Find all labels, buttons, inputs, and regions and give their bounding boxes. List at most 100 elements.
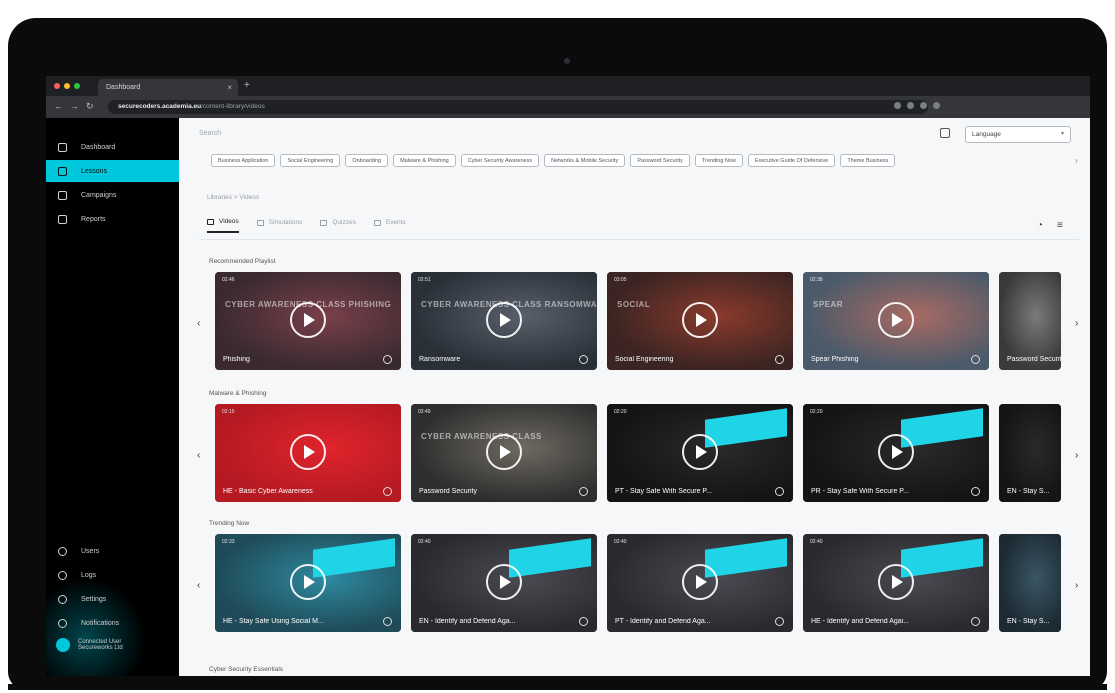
chips-next-icon[interactable]: › <box>1075 156 1078 165</box>
play-icon[interactable] <box>290 434 326 470</box>
category-chip[interactable]: Password Security <box>630 154 690 167</box>
tab-simulations[interactable]: Simulations <box>256 218 302 233</box>
category-chip[interactable]: Executive Guide Of Defensive <box>747 154 836 167</box>
video-duration: 02:33 <box>222 539 235 545</box>
video-card[interactable]: 02:40 HE - Identify and Defend Agai... <box>803 534 989 632</box>
sidebar-item-label: Settings <box>81 595 107 603</box>
tab-quizzes[interactable]: Quizzes <box>320 218 356 233</box>
info-icon[interactable] <box>579 487 588 496</box>
play-icon[interactable] <box>682 302 718 338</box>
info-icon[interactable] <box>775 617 784 626</box>
info-icon[interactable] <box>775 487 784 496</box>
video-card[interactable]: 02:20 PR - Stay Safe With Secure P... <box>803 404 989 502</box>
video-card[interactable]: SPEAR 02:38 Spear Phishing <box>803 272 989 370</box>
category-chip[interactable]: Networks & Mobile Security <box>544 154 626 167</box>
video-card[interactable]: 02:20 PT - Stay Safe With Secure P... <box>607 404 793 502</box>
info-icon[interactable] <box>971 617 980 626</box>
category-chip[interactable]: Malware & Phishing <box>393 154 456 167</box>
category-chip[interactable]: Business Application <box>211 154 276 167</box>
list-view-icon[interactable]: ≡ <box>1057 220 1063 231</box>
sidebar-item-lessons[interactable]: Lessons <box>46 160 179 182</box>
video-card[interactable]: EN - Stay S... <box>999 534 1061 632</box>
video-card[interactable]: 02:33 HE - Stay Safe Using Social M... <box>215 534 401 632</box>
info-icon[interactable] <box>579 617 588 626</box>
language-icon[interactable] <box>940 128 950 138</box>
sidebar-item-notifications[interactable]: Notifications <box>46 612 179 634</box>
language-select[interactable]: Language ▾ <box>965 126 1071 143</box>
video-card[interactable]: 02:15 HE - Basic Cyber Awareness <box>215 404 401 502</box>
row-next-icon[interactable]: › <box>1075 580 1078 591</box>
sidebar-item-campaigns[interactable]: Campaigns <box>46 184 179 206</box>
close-tab-icon[interactable]: × <box>227 83 232 92</box>
category-chip[interactable]: Cyber Security Awareness <box>460 154 540 167</box>
extension-icon[interactable] <box>920 102 927 109</box>
row-prev-icon[interactable]: ‹ <box>197 580 200 591</box>
category-chip[interactable]: Social Engineering <box>280 154 341 167</box>
sidebar-item-reports[interactable]: Reports <box>46 208 179 230</box>
info-icon[interactable] <box>971 355 980 364</box>
play-icon[interactable] <box>682 434 718 470</box>
thumbnail-caption: SOCIAL <box>617 300 651 309</box>
reload-icon[interactable]: ↻ <box>86 101 94 112</box>
sidebar-item-logs[interactable]: Logs <box>46 564 179 586</box>
search-input[interactable]: Search <box>199 130 221 137</box>
new-tab-icon[interactable]: + <box>244 80 250 91</box>
tab-events[interactable]: Events <box>373 218 406 233</box>
play-icon[interactable] <box>878 302 914 338</box>
extension-icon[interactable] <box>907 102 914 109</box>
minimize-window-icon[interactable] <box>64 83 70 89</box>
video-card[interactable]: CYBER AWARENESS CLASS 02:49 Password Secur… <box>411 404 597 502</box>
category-chip[interactable]: Theme Business <box>840 154 896 167</box>
row-prev-icon[interactable]: ‹ <box>197 318 200 329</box>
play-icon[interactable] <box>878 564 914 600</box>
play-icon[interactable] <box>486 302 522 338</box>
video-card[interactable]: CYBER AWARENESS CLASS RANSOMWARE 02:51 Ran… <box>411 272 597 370</box>
video-card[interactable]: CYBER AWARENESS CLASS PHISHING 02:46 Phish… <box>215 272 401 370</box>
category-chip[interactable]: Trending Now <box>694 154 743 167</box>
browser-tab-strip: Dashboard × + <box>46 76 1090 96</box>
browser-tab[interactable]: Dashboard × <box>98 79 238 96</box>
tab-videos[interactable]: Videos <box>207 218 239 233</box>
play-icon[interactable] <box>682 564 718 600</box>
play-icon[interactable] <box>486 564 522 600</box>
forward-icon[interactable]: → <box>70 101 79 111</box>
account-menu[interactable]: Connected User Secureworks Ltd <box>56 638 123 652</box>
camera-dot <box>564 58 570 64</box>
sidebar-item-users[interactable]: Users <box>46 540 179 562</box>
profile-icon[interactable] <box>933 102 940 109</box>
category-chip[interactable]: Onboarding <box>345 154 389 167</box>
play-icon[interactable] <box>290 302 326 338</box>
close-window-icon[interactable] <box>54 83 60 89</box>
video-card[interactable]: 02:40 EN - Identify and Defend Aga... <box>411 534 597 632</box>
video-duration: 02:38 <box>810 277 823 283</box>
clock-icon[interactable]: ◔ <box>1037 220 1043 231</box>
maximize-window-icon[interactable] <box>74 83 80 89</box>
sidebar-item-settings[interactable]: Settings <box>46 588 179 610</box>
breadcrumb: Libraries > Videos <box>207 194 260 201</box>
language-select-value: Language <box>972 131 1001 138</box>
row-next-icon[interactable]: › <box>1075 450 1078 461</box>
video-card[interactable]: Password Security <box>999 272 1061 370</box>
info-icon[interactable] <box>971 487 980 496</box>
video-card[interactable]: EN - Stay S... <box>999 404 1061 502</box>
back-icon[interactable]: ← <box>54 101 63 111</box>
info-icon[interactable] <box>579 355 588 364</box>
play-icon[interactable] <box>290 564 326 600</box>
video-card[interactable]: SOCIAL 03:05 Social Engineering <box>607 272 793 370</box>
play-icon[interactable] <box>486 434 522 470</box>
info-icon[interactable] <box>383 355 392 364</box>
address-bar[interactable]: securecoders.academia.eu/content-library… <box>108 100 928 114</box>
url-path: /content-library/videos <box>201 103 265 110</box>
play-icon[interactable] <box>878 434 914 470</box>
row-prev-icon[interactable]: ‹ <box>197 450 200 461</box>
video-card[interactable]: 02:40 PT - Identify and Defend Aga... <box>607 534 793 632</box>
sidebar-item-dashboard[interactable]: Dashboard <box>46 136 179 158</box>
extension-icon[interactable] <box>894 102 901 109</box>
info-icon[interactable] <box>775 355 784 364</box>
video-duration: 02:40 <box>810 539 823 545</box>
row-next-icon[interactable]: › <box>1075 318 1078 329</box>
info-icon[interactable] <box>383 617 392 626</box>
notifications-icon <box>58 618 67 628</box>
info-icon[interactable] <box>383 487 392 496</box>
quizzes-icon <box>320 219 328 226</box>
